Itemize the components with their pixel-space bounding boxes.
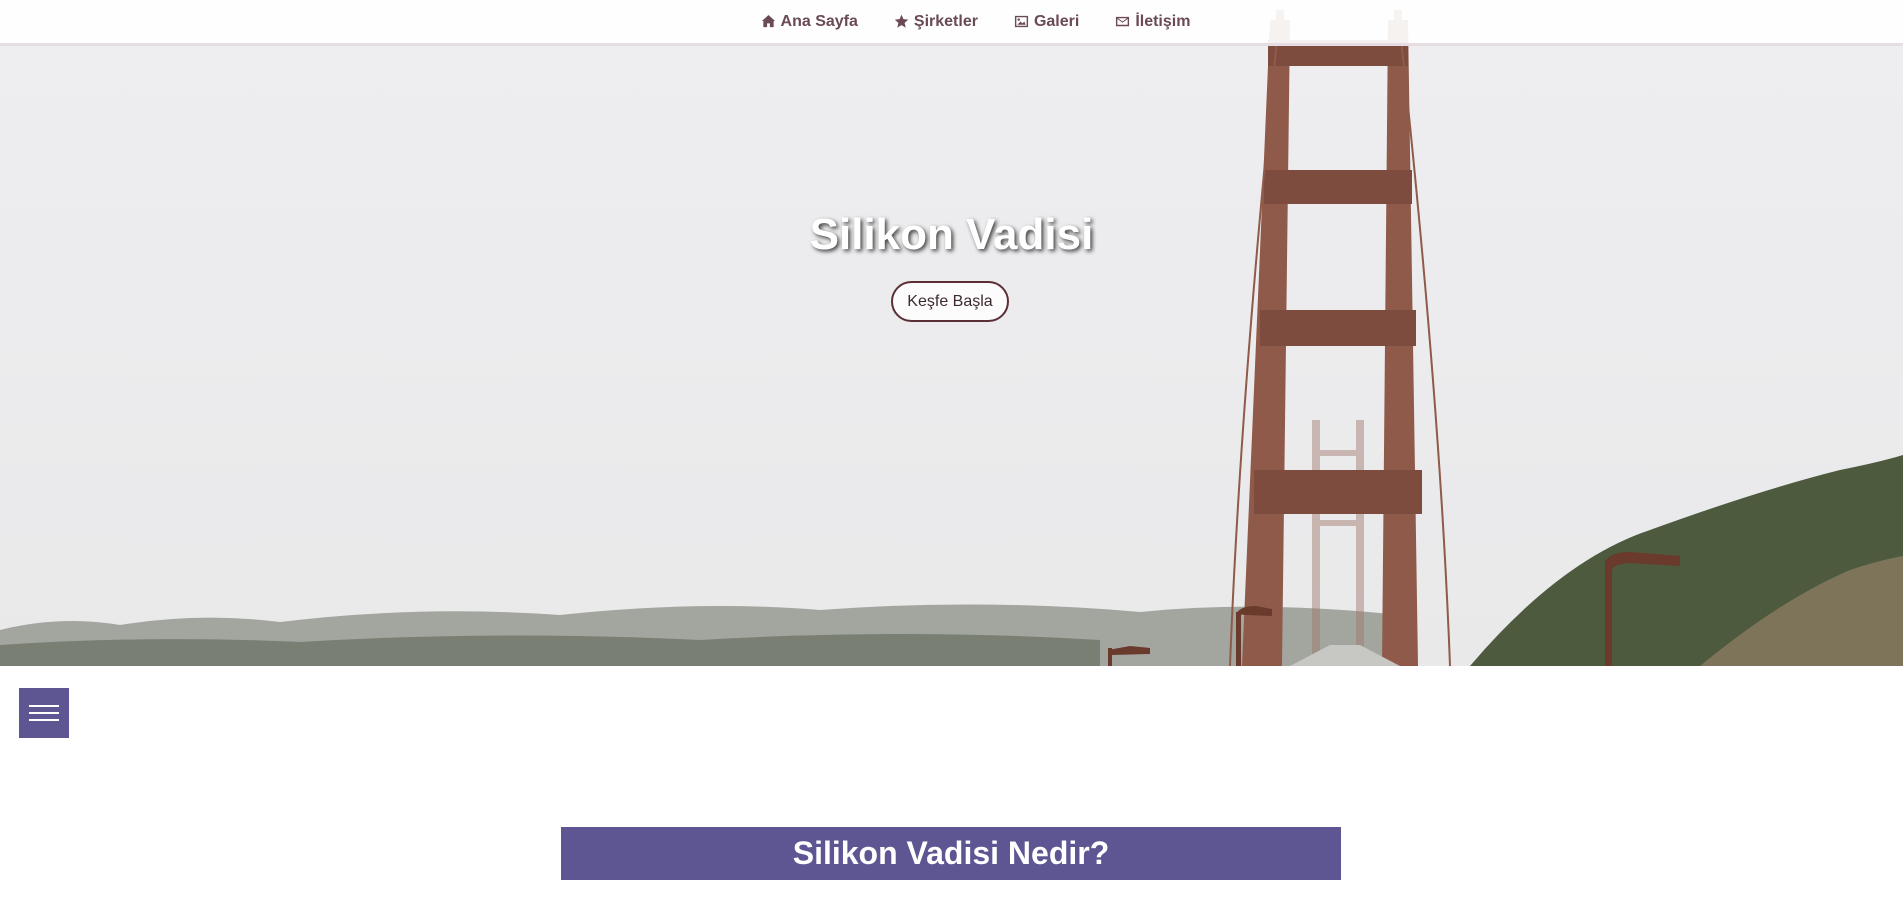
nav-item-companies[interactable]: Şirketler [894, 13, 978, 31]
image-icon [1014, 15, 1029, 28]
nav-item-label: Galeri [1033, 12, 1080, 30]
star-icon [894, 14, 909, 28]
section-heading: Silikon Vadisi Nedir? [561, 827, 1341, 880]
nav-item-label: İletişim [1135, 12, 1191, 30]
hero-background-image [0, 10, 1903, 666]
envelope-icon [1116, 16, 1130, 27]
nav-menu: Ana Sayfa Şirketler Galeri İletişim [761, 13, 1190, 31]
top-navigation: Ana Sayfa Şirketler Galeri İletişim [0, 0, 1903, 46]
hero-title: Silikon Vadisi [809, 210, 1094, 259]
menu-toggle-button[interactable] [19, 688, 69, 738]
nav-item-home[interactable]: Ana Sayfa [761, 13, 858, 31]
nav-item-contact[interactable]: İletişim [1115, 13, 1190, 31]
nav-item-label: Ana Sayfa [780, 12, 858, 30]
hero-banner: Silikon Vadisi Keşfe Başla [0, 0, 1903, 666]
home-icon [761, 14, 775, 28]
nav-item-label: Şirketler [913, 12, 978, 30]
start-exploring-button[interactable]: Keşfe Başla [891, 281, 1009, 322]
nav-item-gallery[interactable]: Galeri [1014, 13, 1079, 31]
